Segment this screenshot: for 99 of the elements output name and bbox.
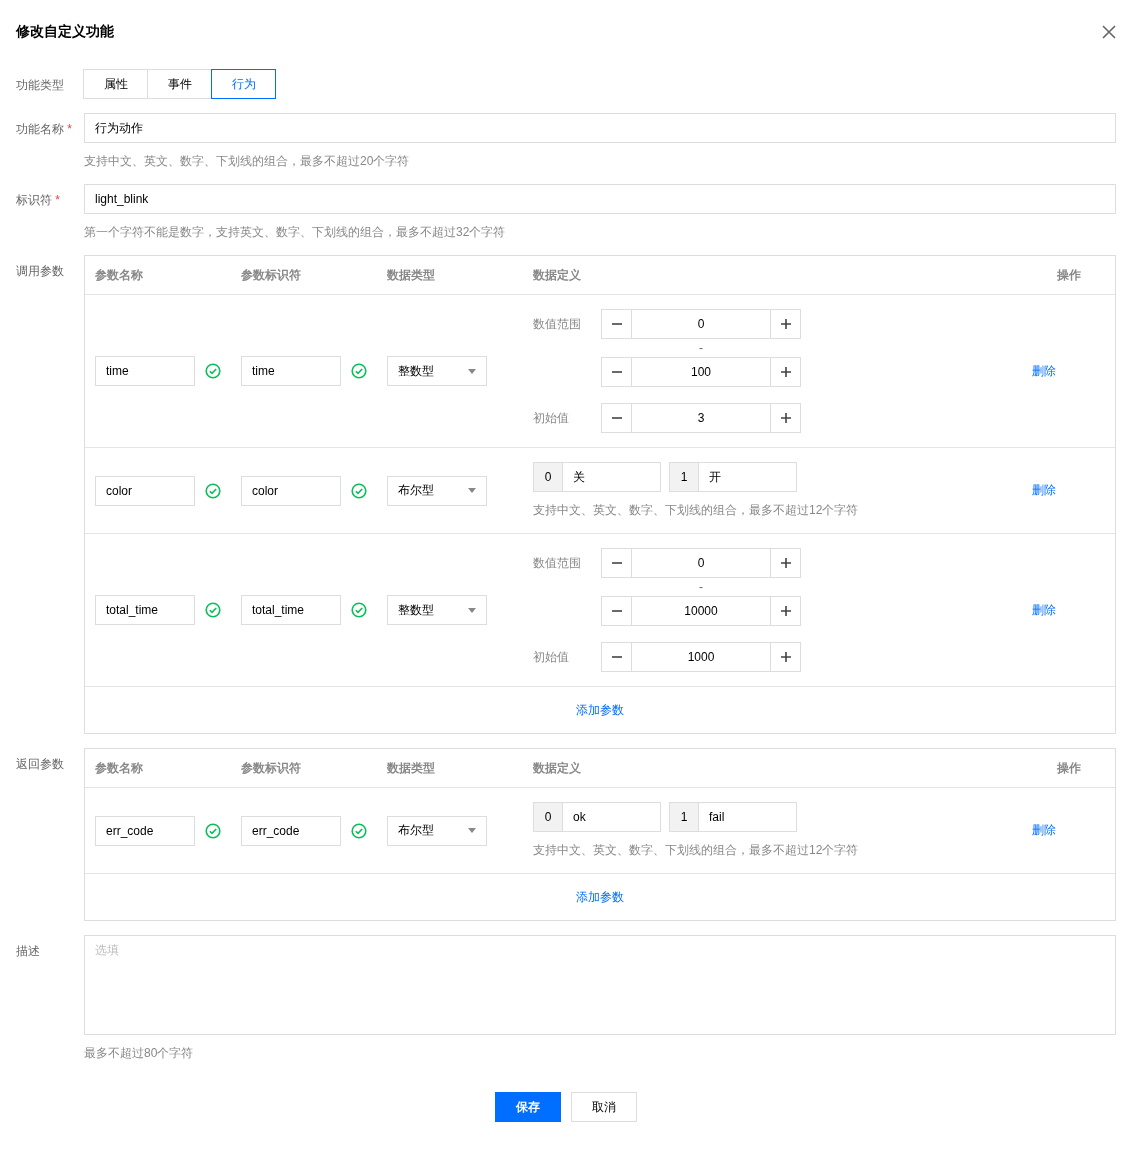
plus-icon — [779, 557, 792, 569]
check-circle-icon — [205, 363, 221, 379]
segment-tab[interactable]: 事件 — [147, 69, 212, 99]
number-stepper[interactable]: 100 — [601, 357, 801, 387]
name-input[interactable]: err_code — [95, 815, 195, 846]
field-label: 返回参数 — [16, 757, 64, 771]
field-label: 数值范围 — [533, 315, 582, 333]
check-circle-icon — [205, 482, 221, 499]
value-label-field[interactable]: 1 开 — [669, 462, 797, 492]
field-label: 数值范围 — [533, 554, 582, 572]
stepper-value: 0 — [696, 555, 706, 572]
value-text: fail — [708, 809, 725, 826]
stepper-value: 3 — [696, 410, 706, 427]
caret-icon — [468, 607, 476, 613]
caret-icon — [468, 368, 476, 374]
value-key: 1 — [670, 463, 699, 491]
save-button[interactable]: 保存 — [495, 1092, 561, 1122]
name-input[interactable]: time — [95, 356, 195, 386]
value-text: 关 — [572, 468, 585, 486]
type-dropdown[interactable]: 布尔型 — [387, 475, 487, 506]
field-label: 初始值 — [533, 409, 570, 427]
plus-icon — [779, 412, 792, 424]
value-key: 1 — [670, 803, 699, 831]
text-input[interactable]: light_blink — [84, 184, 1116, 214]
stepper-value: 10000 — [683, 603, 719, 620]
value-label-field[interactable]: 0 ok — [533, 802, 661, 832]
stepper-value: 0 — [696, 316, 706, 333]
caret-icon — [468, 828, 476, 833]
add-param-link[interactable]: 添加参数 — [576, 701, 624, 719]
column-header: 参数名称 — [95, 759, 143, 777]
check-circle-icon — [351, 602, 367, 618]
plus-icon — [779, 651, 792, 663]
text-input[interactable]: 行为动作 — [84, 113, 1116, 143]
field-label: 调用参数 — [16, 264, 64, 278]
value-key: 0 — [534, 463, 563, 491]
number-stepper[interactable]: 0 — [601, 309, 801, 339]
plus-icon — [779, 366, 792, 378]
hint-text: 支持中文、英文、数字、下划线的组合，最多不超过20个字符 — [84, 153, 411, 170]
column-header: 参数标识符 — [241, 759, 301, 777]
value-text: ok — [572, 809, 586, 826]
add-param-link[interactable]: 添加参数 — [576, 888, 624, 906]
number-stepper[interactable]: 0 — [601, 548, 801, 578]
value-label-field[interactable]: 1 fail — [669, 802, 797, 832]
segment-tab[interactable]: 属性 — [83, 69, 148, 99]
field-label: 功能类型 — [16, 78, 64, 92]
field-label: 描述 — [16, 944, 40, 958]
hint-text: 最多不超过80个字符 — [84, 1045, 195, 1062]
hint-text: 支持中文、英文、数字、下划线的组合，最多不超过12个字符 — [533, 842, 860, 859]
value-key: 0 — [534, 803, 563, 831]
delete-link[interactable]: 删除 — [1032, 601, 1056, 619]
stepper-value: 1000 — [686, 649, 716, 666]
type-dropdown[interactable]: 布尔型 — [387, 815, 487, 846]
check-circle-icon — [351, 822, 367, 839]
dialog-title: 修改自定义功能 — [16, 23, 114, 41]
value-text: 开 — [708, 468, 721, 486]
delete-link[interactable]: 删除 — [1032, 482, 1056, 499]
number-stepper[interactable]: 3 — [601, 403, 801, 433]
identifier-input[interactable]: err_code — [241, 815, 341, 846]
close-icon[interactable] — [1102, 25, 1116, 39]
type-dropdown[interactable]: 整数型 — [387, 356, 487, 386]
range-separator: - — [699, 580, 703, 594]
check-circle-icon — [351, 482, 367, 499]
number-stepper[interactable]: 10000 — [601, 596, 801, 626]
name-input[interactable]: color — [95, 475, 195, 506]
required-mark: * — [67, 122, 72, 136]
plus-icon — [779, 318, 792, 330]
column-header: 数据定义 — [533, 759, 581, 777]
check-circle-icon — [351, 363, 367, 379]
column-header: 数据类型 — [387, 266, 435, 284]
check-circle-icon — [205, 822, 221, 839]
stepper-value: 100 — [690, 364, 712, 381]
number-stepper[interactable]: 1000 — [601, 642, 801, 672]
value-label-field[interactable]: 0 关 — [533, 462, 661, 492]
range-separator: - — [699, 341, 703, 355]
cancel-button[interactable]: 取消 — [571, 1092, 637, 1122]
hint-text: 支持中文、英文、数字、下划线的组合，最多不超过12个字符 — [533, 502, 860, 519]
caret-icon — [468, 488, 476, 493]
identifier-input[interactable]: time — [241, 356, 341, 386]
identifier-input[interactable]: color — [241, 475, 341, 506]
column-header: 操作 — [1057, 759, 1081, 777]
column-header: 参数名称 — [95, 266, 143, 284]
required-mark: * — [55, 193, 60, 207]
name-input[interactable]: total_time — [95, 595, 195, 625]
identifier-input[interactable]: total_time — [241, 595, 341, 625]
hint-text: 第一个字符不能是数字，支持英文、数字、下划线的组合，最多不超过32个字符 — [84, 224, 507, 241]
column-header: 操作 — [1057, 266, 1081, 284]
plus-icon — [779, 605, 792, 617]
column-header: 数据类型 — [387, 759, 435, 777]
check-circle-icon — [205, 602, 221, 618]
column-header: 参数标识符 — [241, 266, 301, 284]
delete-link[interactable]: 删除 — [1032, 822, 1056, 839]
column-header: 数据定义 — [533, 266, 581, 284]
delete-link[interactable]: 删除 — [1032, 362, 1056, 380]
segment-tab[interactable]: 行为 — [211, 69, 276, 99]
type-dropdown[interactable]: 整数型 — [387, 595, 487, 625]
field-label: 初始值 — [533, 648, 570, 666]
description-textarea[interactable]: 选填 — [84, 935, 1116, 1035]
field-label: 标识符 — [16, 193, 52, 207]
field-label: 功能名称 — [16, 122, 64, 136]
